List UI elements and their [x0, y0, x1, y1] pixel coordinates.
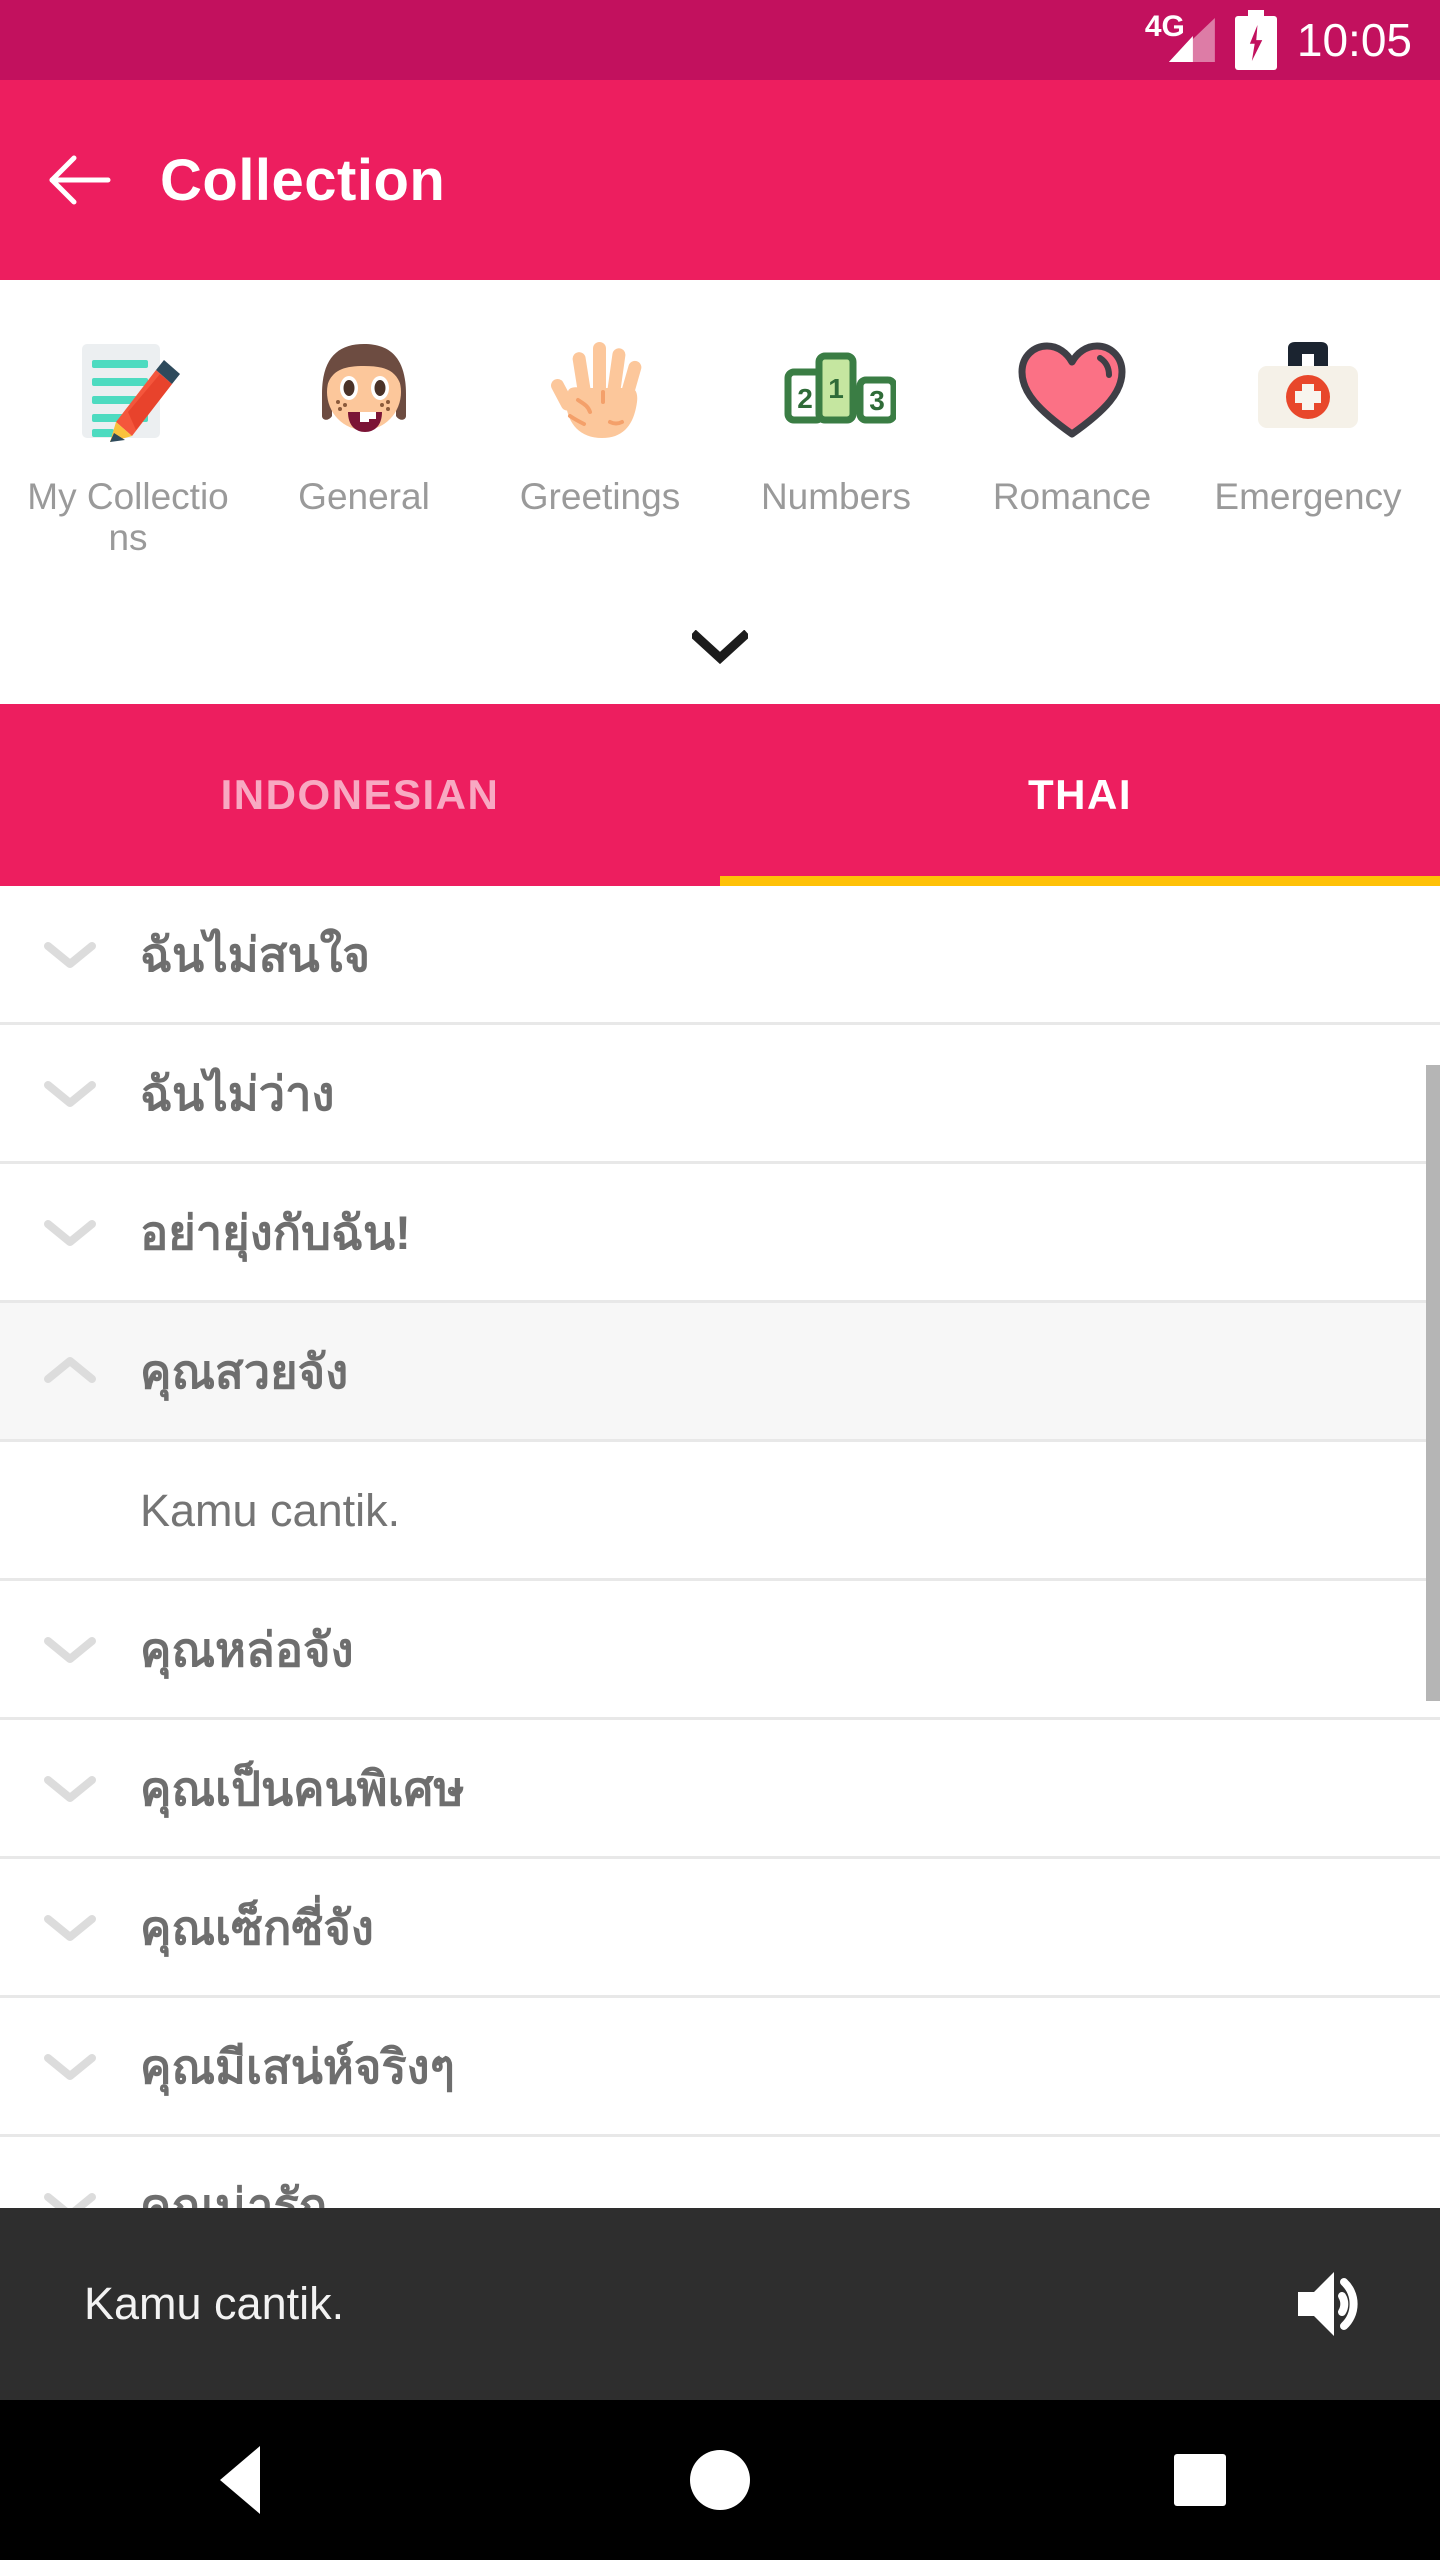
category-item-greetings[interactable]: Greetings: [482, 310, 718, 517]
category-strip: My Collections General Greetings 2 1 3 N…: [0, 286, 1440, 700]
memo-pencil-icon: [53, 310, 203, 470]
phrase-text: คุณสวยจัง: [140, 1344, 349, 1398]
expand-categories-button[interactable]: [0, 602, 1440, 692]
chevron-down-icon[interactable]: [0, 1633, 140, 1665]
chevron-down-icon: [692, 630, 748, 664]
android-back-icon: [220, 2446, 260, 2514]
tab-label: THAI: [1028, 771, 1132, 818]
tab-thai[interactable]: THAI: [720, 704, 1440, 886]
status-bar: 4G 10:05: [0, 0, 1440, 80]
tab-indonesian[interactable]: INDONESIAN: [0, 704, 720, 886]
list-item[interactable]: อย่ายุ่งกับฉัน!: [0, 1164, 1440, 1303]
list-item[interactable]: ฉันไม่ว่าง: [0, 1025, 1440, 1164]
phrase-text: ฉันไม่สนใจ: [140, 927, 371, 981]
phrase-text: คุณเป็นคนพิเศษ: [140, 1761, 465, 1815]
category-item-numbers[interactable]: 2 1 3 Numbers: [718, 310, 954, 517]
category-label: My Collections: [27, 476, 229, 559]
list-scrollbar[interactable]: [1426, 1065, 1440, 1701]
list-item[interactable]: ฉันไม่สนใจ: [0, 886, 1440, 1025]
language-tab-bar: INDONESIAN THAI: [0, 704, 1440, 886]
category-item-emergency[interactable]: Emergency: [1190, 310, 1426, 517]
tab-label: INDONESIAN: [220, 771, 500, 818]
chevron-down-icon[interactable]: [0, 1077, 140, 1109]
category-label: Romance: [992, 476, 1152, 517]
list-item[interactable]: คุณมีเสน่ห์จริงๆ: [0, 1998, 1440, 2137]
chevron-down-icon[interactable]: [0, 938, 140, 970]
list-item[interactable]: คุณเซ็กซี่จัง: [0, 1859, 1440, 1998]
category-label: Greetings: [519, 476, 681, 517]
category-item-my-collections[interactable]: My Collections: [10, 310, 246, 559]
phrase-text: คุณน่ารัก: [140, 2178, 328, 2209]
android-home-icon: [690, 2450, 750, 2510]
phrase-text: คุณเซ็กซี่จัง: [140, 1900, 374, 1954]
speaker-button[interactable]: [1268, 2244, 1388, 2364]
phrase-text: คุณมีเสน่ห์จริงๆ: [140, 2039, 455, 2093]
svg-text:1: 1: [828, 373, 844, 404]
android-home-button[interactable]: [620, 2400, 820, 2560]
category-label: General: [298, 476, 430, 517]
phrase-text: ฉันไม่ว่าง: [140, 1066, 335, 1120]
chevron-down-icon[interactable]: [0, 2189, 140, 2208]
back-arrow-icon: [49, 155, 111, 205]
android-back-button[interactable]: [140, 2400, 340, 2560]
phrase-text: อย่ายุ่งกับฉัน!: [140, 1205, 411, 1259]
back-button[interactable]: [0, 80, 160, 280]
list-item[interactable]: คุณน่ารัก: [0, 2137, 1440, 2208]
active-tab-indicator: [720, 876, 1440, 886]
list-item[interactable]: คุณหล่อจัง: [0, 1581, 1440, 1720]
playback-bar: Kamu cantik.: [0, 2208, 1440, 2400]
network-type-label: 4G: [1144, 10, 1185, 43]
heart-icon: [997, 310, 1147, 470]
category-row: My Collections General Greetings 2 1 3 N…: [0, 286, 1440, 559]
category-item-general[interactable]: General: [246, 310, 482, 517]
translation-text: Kamu cantik.: [140, 1484, 401, 1536]
phrasebook-screen: 4G 10:05 Collection My Collections Gener…: [0, 0, 1440, 2560]
signal-strength-icon: 4G: [1144, 10, 1215, 66]
category-label: Numbers: [760, 476, 912, 517]
open-hand-icon: [525, 310, 675, 470]
phrase-list: ฉันไม่สนใจ ฉันไม่ว่าง อย่ายุ่งกับฉัน! คุ…: [0, 886, 1440, 2208]
category-label: Emergency: [1214, 476, 1402, 517]
girl-face-icon: [289, 310, 439, 470]
app-bar: Collection: [0, 80, 1440, 280]
first-aid-kit-icon: [1233, 310, 1383, 470]
podium-icon: 2 1 3: [761, 310, 911, 470]
chevron-down-icon[interactable]: [0, 1216, 140, 1248]
list-item[interactable]: คุณเป็นคนพิเศษ: [0, 1720, 1440, 1859]
svg-text:2: 2: [797, 383, 813, 414]
phrase-text: คุณหล่อจัง: [140, 1622, 354, 1676]
page-title: Collection: [160, 147, 446, 213]
chevron-down-icon[interactable]: [0, 2050, 140, 2082]
battery-charging-icon: [1234, 10, 1277, 70]
category-item-romance[interactable]: Romance: [954, 310, 1190, 517]
android-nav-bar: [0, 2400, 1440, 2560]
clock: 10:05: [1296, 14, 1412, 66]
list-item-expanded[interactable]: คุณสวยจัง: [0, 1303, 1440, 1442]
svg-text:3: 3: [869, 385, 885, 416]
android-recents-button[interactable]: [1100, 2400, 1300, 2560]
playback-phrase-text: Kamu cantik.: [84, 2278, 345, 2329]
translation-row: Kamu cantik.: [0, 1442, 1440, 1581]
speaker-volume-icon: [1298, 2272, 1358, 2336]
chevron-down-icon[interactable]: [0, 1911, 140, 1943]
android-recents-icon: [1174, 2454, 1226, 2506]
chevron-up-icon[interactable]: [0, 1355, 140, 1387]
chevron-down-icon[interactable]: [0, 1772, 140, 1804]
